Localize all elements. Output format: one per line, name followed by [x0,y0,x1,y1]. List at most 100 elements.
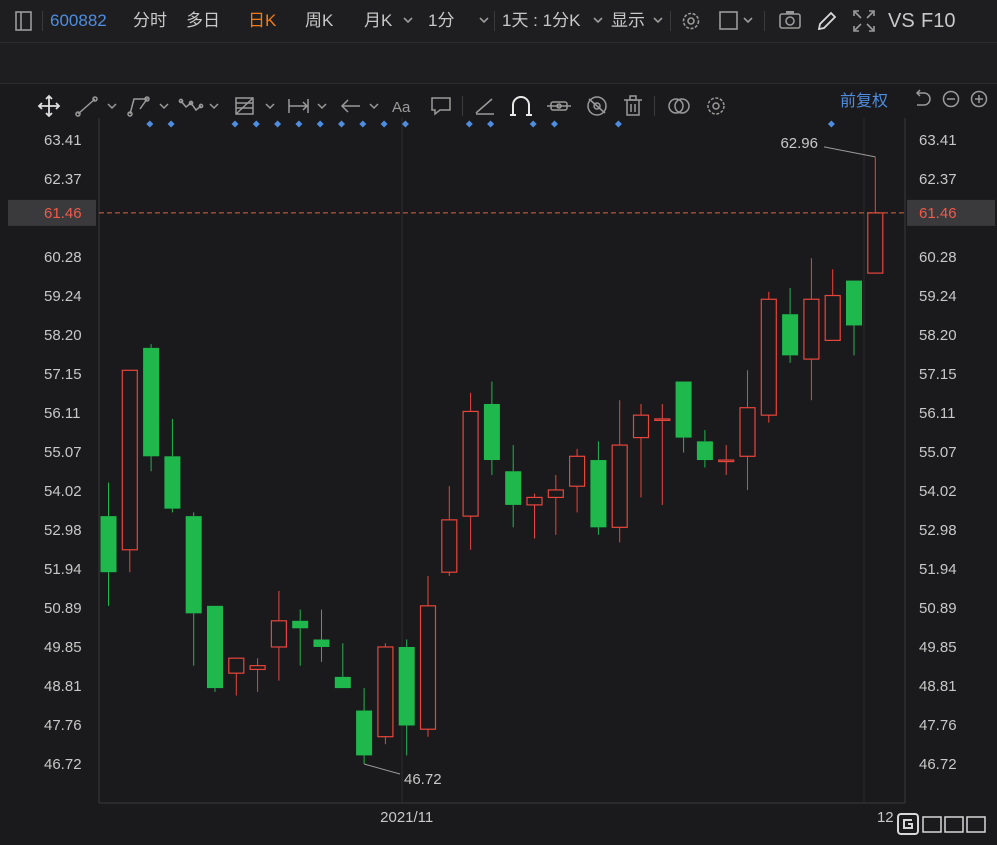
event-marker[interactable] [167,120,175,128]
candle-up[interactable] [739,370,756,490]
candle-down[interactable] [334,643,351,689]
chevron-down-icon[interactable] [592,0,604,42]
candle-down[interactable] [185,512,202,666]
event-marker[interactable] [316,120,324,128]
candle-up[interactable] [568,448,586,513]
tab-weekly-k[interactable]: 周K [305,0,333,42]
fullscreen-icon[interactable] [852,0,876,42]
event-marker[interactable] [231,120,239,128]
candle-down[interactable] [590,441,607,535]
event-marker[interactable] [827,120,835,128]
event-marker[interactable] [487,120,495,128]
candle-up[interactable] [760,291,777,423]
event-marker[interactable] [252,120,260,128]
tab-intraday[interactable]: 分时 [133,0,167,42]
event-marker[interactable] [274,120,282,128]
stock-code[interactable]: 600882 [50,0,107,42]
candle-up[interactable] [419,575,437,737]
candle-down[interactable] [398,639,415,756]
event-marker[interactable] [401,120,409,128]
candle-up[interactable] [121,369,138,573]
y-tick-label-right: 57.15 [919,366,957,383]
candle-down[interactable] [505,445,522,528]
tab-multiday[interactable]: 多日 [186,0,220,42]
chevron-down-icon[interactable] [652,0,664,42]
candle-up[interactable] [526,493,543,539]
candle-up[interactable] [228,657,245,696]
candle-down[interactable] [100,482,117,606]
candle-body [270,620,287,648]
candle-up[interactable] [611,400,628,543]
display-menu[interactable]: 显示 [611,0,645,42]
min-leader-line [363,763,401,775]
candle-up[interactable] [803,258,820,401]
y-tick-label-left: 50.89 [44,600,82,617]
candle-up[interactable] [377,643,394,745]
chevron-down-icon[interactable] [478,0,490,42]
sidebar-toggle-icon[interactable] [14,0,34,42]
candle-down[interactable] [292,609,309,666]
candle-up[interactable] [270,590,287,681]
candle-up[interactable] [547,474,564,535]
candle-down[interactable] [313,609,330,662]
candle-down[interactable] [164,418,181,513]
y-tick-label-right: 61.46 [919,205,957,222]
y-tick-label-right: 49.85 [919,639,957,656]
candle-down[interactable] [143,344,160,472]
y-tick-label-right: 60.28 [919,249,957,266]
layout-square-icon[interactable] [718,0,740,42]
settings-gear-icon[interactable] [680,0,702,42]
candle-body [249,665,266,671]
y-tick-label-left: 62.37 [44,171,82,188]
top-toolbar: 600882 分时 多日 日K 周K 月K 1分 1天 : 1分K 显示 VS … [0,0,997,43]
adjust-mode-label[interactable]: 前复权 [840,92,888,110]
candle-down[interactable] [696,430,713,468]
event-marker[interactable] [380,120,388,128]
undo-icon[interactable] [915,89,931,106]
event-marker[interactable] [551,120,558,128]
event-marker[interactable] [529,120,537,128]
chevron-down-icon[interactable] [402,0,414,42]
candle-up[interactable] [718,445,735,475]
event-marker[interactable] [295,120,303,128]
y-tick-label-left: 54.02 [44,483,82,500]
event-marker[interactable] [338,120,345,128]
candle-up[interactable] [249,658,266,692]
candle-body [228,657,245,674]
candle-down[interactable] [356,688,373,764]
event-marker[interactable] [465,120,473,128]
candle-body [611,444,628,528]
y-tick-label-right: 47.76 [919,717,957,734]
event-marker[interactable] [359,120,367,128]
candle-up[interactable] [824,269,841,341]
event-marker[interactable] [614,120,622,128]
candle-up[interactable] [654,403,671,505]
kline-chart[interactable]: 63.41 63.41 62.37 62.37 61.46 61.46 60.28 60.28… [0,84,997,840]
vs-button[interactable]: VS [888,0,915,42]
candle-body [590,460,607,528]
event-marker[interactable] [146,120,154,128]
tab-daily-k[interactable]: 日K [248,0,276,42]
candle-down[interactable] [207,605,223,692]
candle-up[interactable] [632,403,650,498]
candle-up[interactable] [867,156,884,274]
y-tick-label-left: 60.28 [44,249,82,266]
zoom-in-icon[interactable] [970,90,988,108]
period-select[interactable]: 1天 : 1分K [502,0,580,42]
candle-body [334,676,351,689]
zoom-out-icon[interactable] [942,90,960,108]
candle-down[interactable] [846,280,862,356]
candle-down[interactable] [675,381,692,453]
candle-up[interactable] [462,392,479,550]
y-tick-label-right: 50.89 [919,600,957,617]
candle-down[interactable] [483,381,500,475]
candle-up[interactable] [441,486,458,576]
f10-button[interactable]: F10 [921,0,955,42]
chevron-down-icon[interactable] [742,0,754,42]
tab-1min[interactable]: 1分 [428,0,454,42]
pencil-icon[interactable] [815,0,837,42]
candle-body [356,710,373,756]
tab-monthly-k[interactable]: 月K [364,0,392,42]
candle-down[interactable] [782,288,799,363]
camera-icon[interactable] [778,0,802,42]
